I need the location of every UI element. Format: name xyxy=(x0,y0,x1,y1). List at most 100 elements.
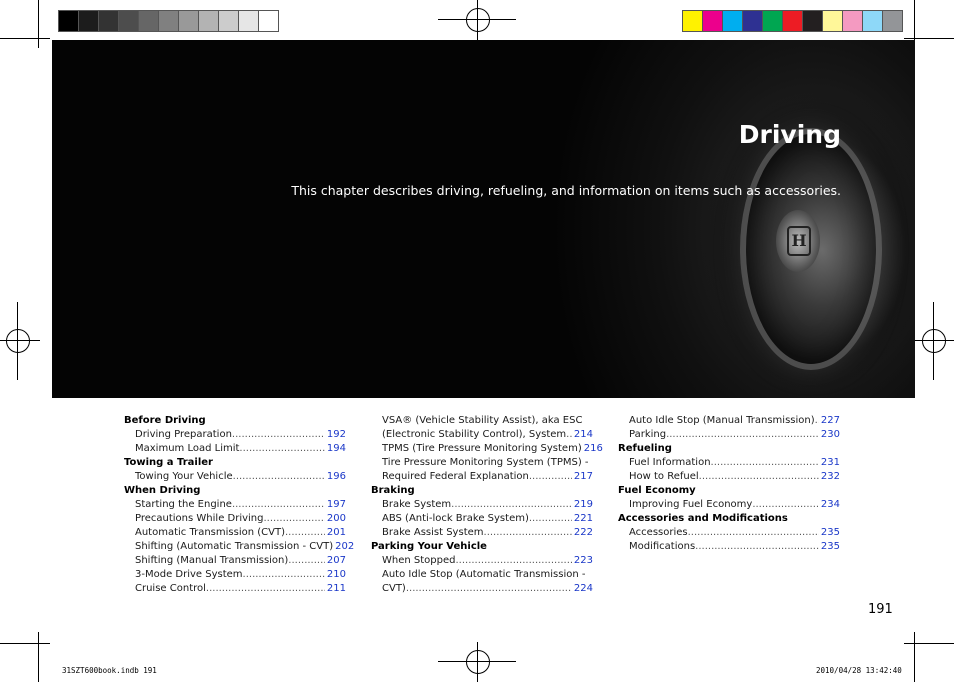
toc-entry-line: Tire Pressure Monitoring System (TPMS) - xyxy=(382,457,589,468)
crop-mark xyxy=(904,38,954,39)
toc-section-heading: When Driving xyxy=(124,485,201,496)
page-link[interactable]: 221 xyxy=(572,512,593,526)
toc-entry[interactable]: Improving Fuel Economy234 xyxy=(618,498,840,512)
toc-section-heading: Braking xyxy=(371,485,415,496)
page-number: 191 xyxy=(868,602,893,617)
registration-line xyxy=(477,642,478,682)
toc-entry[interactable]: (Electronic Stability Control), System21… xyxy=(371,428,593,442)
toc-column-3: Auto Idle Stop (Manual Transmission)227 … xyxy=(618,414,840,554)
page-link[interactable]: 232 xyxy=(819,470,840,484)
color-swatch xyxy=(843,11,863,31)
toc-section-heading: Parking Your Vehicle xyxy=(371,541,487,552)
page-link[interactable]: 224 xyxy=(572,582,593,596)
toc-entry-line: Auto Idle Stop (Automatic Transmission - xyxy=(382,569,586,580)
color-swatch xyxy=(79,11,99,31)
logo-icon: H xyxy=(787,226,811,256)
toc-entry[interactable]: Starting the Engine197 xyxy=(124,498,346,512)
crop-mark xyxy=(0,38,50,39)
page-link[interactable]: 207 xyxy=(325,554,346,568)
toc-entry[interactable]: Brake Assist System222 xyxy=(371,526,593,540)
page-link[interactable]: 192 xyxy=(325,428,346,442)
page-link[interactable]: 214 xyxy=(572,428,593,442)
color-swatch xyxy=(219,11,239,31)
chapter-title: Driving xyxy=(738,120,841,149)
page-link[interactable]: 202 xyxy=(333,540,354,554)
page-link[interactable]: 211 xyxy=(325,582,346,596)
page-link[interactable]: 194 xyxy=(325,442,346,456)
page-link[interactable]: 197 xyxy=(325,498,346,512)
toc-entry[interactable]: Required Federal Explanation217 xyxy=(371,470,593,484)
toc-entry[interactable]: Accessories235 xyxy=(618,526,840,540)
toc-entry[interactable]: Driving Preparation192 xyxy=(124,428,346,442)
toc-entry[interactable]: Shifting (Automatic Transmission - CVT) 2… xyxy=(124,540,354,554)
color-swatch xyxy=(883,11,902,31)
toc-section-heading: Towing a Trailer xyxy=(124,457,213,468)
color-swatch xyxy=(783,11,803,31)
color-swatch xyxy=(703,11,723,31)
page-link[interactable]: 231 xyxy=(819,456,840,470)
registration-line xyxy=(438,19,516,20)
registration-mark-bottom xyxy=(466,650,490,674)
page-link[interactable]: 210 xyxy=(325,568,346,582)
toc-entry[interactable]: Auto Idle Stop (Manual Transmission)227 xyxy=(618,414,840,428)
toc-entry[interactable]: 3-Mode Drive System210 xyxy=(124,568,346,582)
registration-line xyxy=(914,340,954,341)
toc-entry[interactable]: Shifting (Manual Transmission)207 xyxy=(124,554,346,568)
color-swatch xyxy=(823,11,843,31)
registration-line xyxy=(0,340,40,341)
page-link[interactable]: 234 xyxy=(819,498,840,512)
toc-entry[interactable]: Brake System219 xyxy=(371,498,593,512)
page-link[interactable]: 200 xyxy=(325,512,346,526)
page-link[interactable]: 222 xyxy=(572,526,593,540)
chapter-hero-image: H Driving This chapter describes driving… xyxy=(52,40,915,398)
toc-entry[interactable]: Fuel Information231 xyxy=(618,456,840,470)
page-link[interactable]: 217 xyxy=(572,470,593,484)
toc-column-2: VSA® (Vehicle Stability Assist), aka ESC… xyxy=(371,414,603,596)
toc-entry[interactable]: How to Refuel232 xyxy=(618,470,840,484)
color-swatch xyxy=(119,11,139,31)
color-swatch xyxy=(59,11,79,31)
page-link[interactable]: 235 xyxy=(819,540,840,554)
color-swatch xyxy=(139,11,159,31)
registration-mark-top xyxy=(466,8,490,32)
page-link[interactable]: 235 xyxy=(819,526,840,540)
toc-entry[interactable]: Towing Your Vehicle196 xyxy=(124,470,346,484)
toc-section-heading: Before Driving xyxy=(124,415,206,426)
page-link[interactable]: 216 xyxy=(582,442,603,456)
toc-entry[interactable]: Parking230 xyxy=(618,428,840,442)
print-file-info: 31SZT600book.indb 191 xyxy=(62,666,157,675)
page-link[interactable]: 223 xyxy=(572,554,593,568)
toc-entry[interactable]: Modifications235 xyxy=(618,540,840,554)
toc-entry[interactable]: When Stopped223 xyxy=(371,554,593,568)
crop-mark xyxy=(38,0,39,48)
registration-line xyxy=(477,0,478,40)
registration-line xyxy=(17,302,18,380)
toc-section-heading: Refueling xyxy=(618,443,672,454)
crop-mark xyxy=(0,643,50,644)
toc-entry[interactable]: ABS (Anti-lock Brake System)221 xyxy=(371,512,593,526)
page-link[interactable]: 196 xyxy=(325,470,346,484)
page-link[interactable]: 230 xyxy=(819,428,840,442)
page-link[interactable]: 201 xyxy=(325,526,346,540)
toc-entry[interactable]: Maximum Load Limit194 xyxy=(124,442,346,456)
toc-entry[interactable]: Precautions While Driving200 xyxy=(124,512,346,526)
color-swatch xyxy=(803,11,823,31)
page-link[interactable]: 227 xyxy=(819,414,840,428)
color-swatch xyxy=(179,11,199,31)
color-swatch xyxy=(683,11,703,31)
color-swatch xyxy=(723,11,743,31)
toc-entry[interactable]: CVT)224 xyxy=(371,582,593,596)
page-link[interactable]: 219 xyxy=(572,498,593,512)
toc-entry[interactable]: Cruise Control211 xyxy=(124,582,346,596)
color-swatch xyxy=(863,11,883,31)
color-swatch xyxy=(763,11,783,31)
toc-entry[interactable]: Automatic Transmission (CVT)201 xyxy=(124,526,346,540)
color-swatch xyxy=(239,11,259,31)
color-swatch xyxy=(259,11,278,31)
registration-mark-right xyxy=(922,329,946,353)
print-timestamp: 2010/04/28 13:42:40 xyxy=(816,666,902,675)
registration-line xyxy=(933,302,934,380)
color-swatch xyxy=(159,11,179,31)
toc-entry[interactable]: TPMS (Tire Pressure Monitoring System) 21… xyxy=(371,442,603,456)
toc-column-1: Before Driving Driving Preparation192 Ma… xyxy=(124,414,354,596)
